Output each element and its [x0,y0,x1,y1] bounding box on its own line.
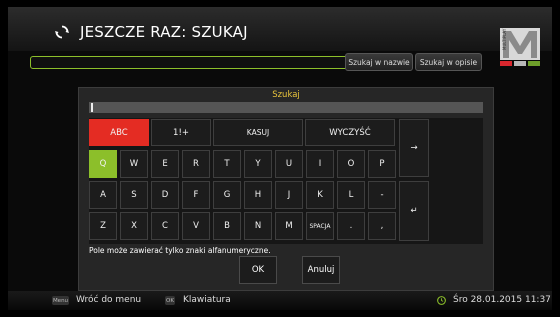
key-p[interactable]: P [368,150,396,178]
ok-button[interactable]: OK [239,256,277,284]
key-e[interactable]: E [151,150,179,178]
key-a[interactable]: A [89,181,117,209]
text-caret [91,103,93,112]
right-arrow-key[interactable]: → [399,119,429,177]
svg-text:MULTIPLAY: MULTIPLAY [502,28,507,50]
footer-bar: Menu Wróć do menu OK Klawiatura Śro 28.0… [8,291,552,310]
key-symbols[interactable]: 1!+ [151,119,211,146]
key-x[interactable]: X [120,212,148,240]
back-to-menu-label[interactable]: Wróć do menu [76,295,141,305]
enter-key[interactable]: ↵ [399,181,429,241]
datetime: Śro 28.01.2015 11:37 [453,295,551,305]
key-delete[interactable]: KASUJ [213,119,303,146]
refresh-icon [55,25,69,39]
on-screen-keyboard: ABC 1!+ KASUJ WYCZYŚĆ → Q W E R T Y U I … [89,118,483,244]
key-f[interactable]: F [182,181,210,209]
key-w[interactable]: W [120,150,148,178]
key-z[interactable]: Z [89,212,117,240]
key-s[interactable]: S [120,181,148,209]
key-g[interactable]: G [213,181,241,209]
key-o[interactable]: O [337,150,365,178]
key-v[interactable]: V [182,212,210,240]
key-n[interactable]: N [244,212,272,240]
key-u[interactable]: U [275,150,303,178]
ok-key-badge: OK [165,296,175,305]
header-bar: JESZCZE RAZ: SZUKAJ MULTIPLAY [8,7,552,66]
key-d[interactable]: D [151,181,179,209]
cancel-button[interactable]: Anuluj [302,256,340,284]
key-comma[interactable]: , [368,212,396,240]
key-j[interactable]: J [275,181,303,209]
key-h[interactable]: H [244,181,272,209]
validation-hint: Pole może zawierać tylko znaki alfanumer… [89,246,271,255]
key-t[interactable]: T [213,150,241,178]
search-input[interactable] [30,56,348,69]
clock-icon [437,296,446,305]
key-space[interactable]: SPACJA [306,212,334,240]
search-in-description-button[interactable]: Szukaj w opisie [415,53,482,71]
multiplay-logo: MULTIPLAY [500,28,540,66]
key-b[interactable]: B [213,212,241,240]
key-c[interactable]: C [151,212,179,240]
dialog-title: Szukaj [272,90,300,100]
search-dialog: Szukaj ABC 1!+ KASUJ WYCZYŚĆ → Q W E R T… [78,87,494,291]
key-clear[interactable]: WYCZYŚĆ [305,119,395,146]
keyboard-label[interactable]: Klawiatura [183,295,231,305]
key-abc[interactable]: ABC [89,119,149,146]
tv-screen: JESZCZE RAZ: SZUKAJ MULTIPLAY Szukaj w n… [8,7,552,310]
page-title: JESZCZE RAZ: SZUKAJ [80,23,248,41]
key-r[interactable]: R [182,150,210,178]
key-hyphen[interactable]: - [368,181,396,209]
key-period[interactable]: . [337,212,365,240]
key-q[interactable]: Q [89,150,117,178]
key-l[interactable]: L [337,181,365,209]
search-in-name-button[interactable]: Szukaj w nazwie [345,53,413,71]
key-y[interactable]: Y [244,150,272,178]
key-i[interactable]: I [306,150,334,178]
key-k[interactable]: K [306,181,334,209]
search-text-input[interactable] [89,102,483,113]
menu-key-badge: Menu [52,296,69,305]
key-m[interactable]: M [275,212,303,240]
